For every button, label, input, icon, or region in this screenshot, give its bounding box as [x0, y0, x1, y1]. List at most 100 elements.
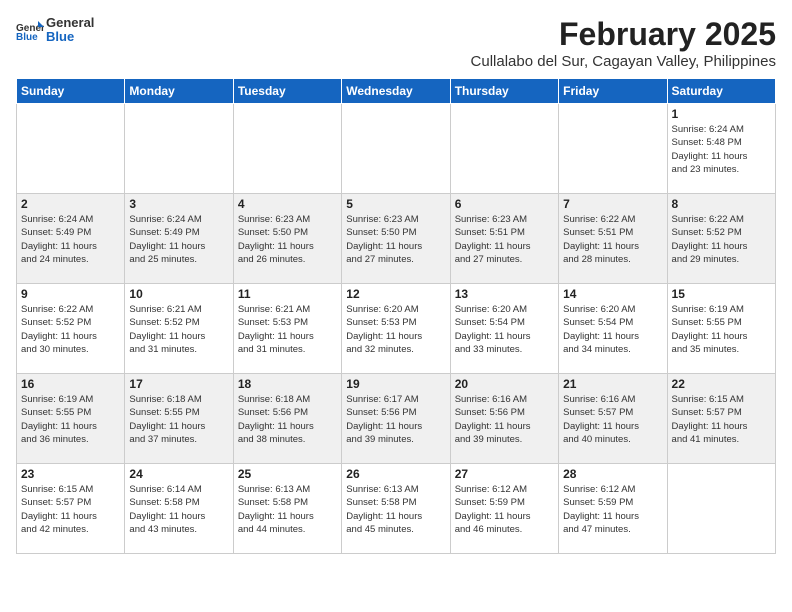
calendar-week-row: 23Sunrise: 6:15 AM Sunset: 5:57 PM Dayli…: [17, 464, 776, 554]
day-info: Sunrise: 6:16 AM Sunset: 5:57 PM Dayligh…: [563, 393, 662, 446]
calendar-cell: 8Sunrise: 6:22 AM Sunset: 5:52 PM Daylig…: [667, 194, 775, 284]
calendar-cell: [667, 464, 775, 554]
day-number: 12: [346, 287, 445, 301]
calendar-cell: [125, 104, 233, 194]
calendar-cell: [17, 104, 125, 194]
weekday-header-wednesday: Wednesday: [342, 79, 450, 104]
day-number: 16: [21, 377, 120, 391]
day-info: Sunrise: 6:21 AM Sunset: 5:52 PM Dayligh…: [129, 303, 228, 356]
calendar-cell: 21 Sunrise: 6:16 AM Sunset: 5:57 PM Dayli…: [559, 374, 667, 464]
calendar-cell: [342, 104, 450, 194]
calendar-cell: 4 Sunrise: 6:23 AM Sunset: 5:50 PM Daylig…: [233, 194, 341, 284]
day-info: Sunrise: 6:17 AM Sunset: 5:56 PM Dayligh…: [346, 393, 445, 446]
day-number: 28: [563, 467, 662, 481]
day-info: Sunrise: 6:24 AM Sunset: 5:49 PM Dayligh…: [21, 213, 120, 266]
calendar-cell: [559, 104, 667, 194]
day-info: Sunrise: 6:22 AM Sunset: 5:52 PM Dayligh…: [21, 303, 120, 356]
calendar-cell: 19Sunrise: 6:17 AM Sunset: 5:56 PM Dayli…: [342, 374, 450, 464]
day-info: Sunrise: 6:12 AM Sunset: 5:59 PM Dayligh…: [455, 483, 554, 536]
calendar-cell: 2Sunrise: 6:24 AM Sunset: 5:49 PM Daylig…: [17, 194, 125, 284]
calendar-cell: 16 Sunrise: 6:19 AM Sunset: 5:55 PM Dayli…: [17, 374, 125, 464]
calendar-title: February 2025: [471, 16, 776, 53]
day-info: Sunrise: 6:13 AM Sunset: 5:58 PM Dayligh…: [238, 483, 337, 536]
day-info: Sunrise: 6:20 AM Sunset: 5:54 PM Dayligh…: [455, 303, 554, 356]
day-number: 3: [129, 197, 228, 211]
calendar-cell: 26 Sunrise: 6:13 AM Sunset: 5:58 PM Dayli…: [342, 464, 450, 554]
calendar-cell: 3 Sunrise: 6:24 AM Sunset: 5:49 PM Daylig…: [125, 194, 233, 284]
svg-text:Blue: Blue: [16, 32, 38, 41]
calendar-cell: 5 Sunrise: 6:23 AM Sunset: 5:50 PM Daylig…: [342, 194, 450, 284]
calendar-week-row: 1 Sunrise: 6:24 AM Sunset: 5:48 PM Daylig…: [17, 104, 776, 194]
day-number: 1: [672, 107, 771, 121]
title-area: February 2025 Cullalabo del Sur, Cagayan…: [471, 16, 776, 70]
day-number: 9: [21, 287, 120, 301]
calendar-cell: 14 Sunrise: 6:20 AM Sunset: 5:54 PM Dayli…: [559, 284, 667, 374]
day-number: 5: [346, 197, 445, 211]
day-number: 22: [672, 377, 771, 391]
calendar-cell: 13Sunrise: 6:20 AM Sunset: 5:54 PM Dayli…: [450, 284, 558, 374]
day-number: 24: [129, 467, 228, 481]
day-info: Sunrise: 6:18 AM Sunset: 5:55 PM Dayligh…: [129, 393, 228, 446]
calendar-cell: 12 Sunrise: 6:20 AM Sunset: 5:53 PM Dayli…: [342, 284, 450, 374]
calendar-week-row: 16 Sunrise: 6:19 AM Sunset: 5:55 PM Dayli…: [17, 374, 776, 464]
day-number: 21: [563, 377, 662, 391]
weekday-header-row: SundayMondayTuesdayWednesdayThursdayFrid…: [17, 79, 776, 104]
day-number: 15: [672, 287, 771, 301]
day-number: 6: [455, 197, 554, 211]
weekday-header-tuesday: Tuesday: [233, 79, 341, 104]
calendar-cell: 9 Sunrise: 6:22 AM Sunset: 5:52 PM Daylig…: [17, 284, 125, 374]
day-info: Sunrise: 6:19 AM Sunset: 5:55 PM Dayligh…: [21, 393, 120, 446]
day-info: Sunrise: 6:23 AM Sunset: 5:50 PM Dayligh…: [238, 213, 337, 266]
day-info: Sunrise: 6:16 AM Sunset: 5:56 PM Dayligh…: [455, 393, 554, 446]
calendar-subtitle: Cullalabo del Sur, Cagayan Valley, Phili…: [471, 53, 776, 70]
day-number: 17: [129, 377, 228, 391]
calendar-week-row: 2Sunrise: 6:24 AM Sunset: 5:49 PM Daylig…: [17, 194, 776, 284]
day-number: 25: [238, 467, 337, 481]
calendar-cell: 28 Sunrise: 6:12 AM Sunset: 5:59 PM Dayli…: [559, 464, 667, 554]
day-number: 20: [455, 377, 554, 391]
day-info: Sunrise: 6:23 AM Sunset: 5:50 PM Dayligh…: [346, 213, 445, 266]
calendar-cell: 11Sunrise: 6:21 AM Sunset: 5:53 PM Dayli…: [233, 284, 341, 374]
day-info: Sunrise: 6:15 AM Sunset: 5:57 PM Dayligh…: [672, 393, 771, 446]
day-number: 18: [238, 377, 337, 391]
day-info: Sunrise: 6:14 AM Sunset: 5:58 PM Dayligh…: [129, 483, 228, 536]
calendar-cell: 22 Sunrise: 6:15 AM Sunset: 5:57 PM Dayli…: [667, 374, 775, 464]
calendar-cell: 7 Sunrise: 6:22 AM Sunset: 5:51 PM Daylig…: [559, 194, 667, 284]
day-number: 26: [346, 467, 445, 481]
calendar-cell: [233, 104, 341, 194]
logo: General Blue General Blue: [16, 16, 94, 45]
day-info: Sunrise: 6:22 AM Sunset: 5:51 PM Dayligh…: [563, 213, 662, 266]
day-info: Sunrise: 6:12 AM Sunset: 5:59 PM Dayligh…: [563, 483, 662, 536]
day-number: 27: [455, 467, 554, 481]
calendar-cell: 23Sunrise: 6:15 AM Sunset: 5:57 PM Dayli…: [17, 464, 125, 554]
day-info: Sunrise: 6:13 AM Sunset: 5:58 PM Dayligh…: [346, 483, 445, 536]
calendar-cell: 17 Sunrise: 6:18 AM Sunset: 5:55 PM Dayli…: [125, 374, 233, 464]
calendar-cell: [450, 104, 558, 194]
calendar-cell: 24 Sunrise: 6:14 AM Sunset: 5:58 PM Dayli…: [125, 464, 233, 554]
day-info: Sunrise: 6:20 AM Sunset: 5:54 PM Dayligh…: [563, 303, 662, 356]
day-number: 7: [563, 197, 662, 211]
calendar-cell: 20 Sunrise: 6:16 AM Sunset: 5:56 PM Dayli…: [450, 374, 558, 464]
calendar-cell: 10 Sunrise: 6:21 AM Sunset: 5:52 PM Dayli…: [125, 284, 233, 374]
day-info: Sunrise: 6:24 AM Sunset: 5:49 PM Dayligh…: [129, 213, 228, 266]
calendar-cell: 27 Sunrise: 6:12 AM Sunset: 5:59 PM Dayli…: [450, 464, 558, 554]
weekday-header-sunday: Sunday: [17, 79, 125, 104]
weekday-header-monday: Monday: [125, 79, 233, 104]
day-info: Sunrise: 6:18 AM Sunset: 5:56 PM Dayligh…: [238, 393, 337, 446]
day-number: 4: [238, 197, 337, 211]
day-info: Sunrise: 6:23 AM Sunset: 5:51 PM Dayligh…: [455, 213, 554, 266]
day-number: 10: [129, 287, 228, 301]
calendar-week-row: 9 Sunrise: 6:22 AM Sunset: 5:52 PM Daylig…: [17, 284, 776, 374]
day-info: Sunrise: 6:21 AM Sunset: 5:53 PM Dayligh…: [238, 303, 337, 356]
day-info: Sunrise: 6:24 AM Sunset: 5:48 PM Dayligh…: [672, 123, 771, 176]
calendar-cell: 18 Sunrise: 6:18 AM Sunset: 5:56 PM Dayli…: [233, 374, 341, 464]
weekday-header-saturday: Saturday: [667, 79, 775, 104]
day-info: Sunrise: 6:20 AM Sunset: 5:53 PM Dayligh…: [346, 303, 445, 356]
calendar-cell: 25 Sunrise: 6:13 AM Sunset: 5:58 PM Dayli…: [233, 464, 341, 554]
weekday-header-thursday: Thursday: [450, 79, 558, 104]
day-info: Sunrise: 6:22 AM Sunset: 5:52 PM Dayligh…: [672, 213, 771, 266]
calendar-cell: 6 Sunrise: 6:23 AM Sunset: 5:51 PM Daylig…: [450, 194, 558, 284]
weekday-header-friday: Friday: [559, 79, 667, 104]
day-info: Sunrise: 6:15 AM Sunset: 5:57 PM Dayligh…: [21, 483, 120, 536]
day-number: 14: [563, 287, 662, 301]
